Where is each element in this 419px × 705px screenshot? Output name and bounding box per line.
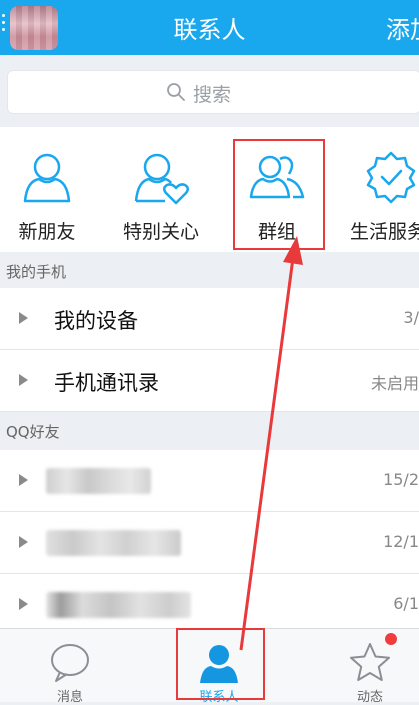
expand-arrow-icon <box>19 598 28 610</box>
section-header-qq-friends: QQ好友 <box>0 412 419 448</box>
friend-group-row[interactable]: 15/2 <box>0 450 419 512</box>
expand-arrow-icon <box>19 474 28 486</box>
list-item-count: 6/1 <box>393 594 419 613</box>
friend-group-row[interactable]: 6/1 <box>0 574 419 636</box>
list-item-count: 3/ <box>403 308 419 327</box>
top-bar: 联系人 添加 <box>0 0 419 55</box>
search-area: 搜索 <box>0 55 419 125</box>
message-bubble-icon <box>51 644 89 682</box>
page-title: 联系人 <box>173 16 246 44</box>
list-item-count: 12/1 <box>383 532 419 551</box>
highlight-box <box>233 139 325 250</box>
blurred-group-name <box>46 592 191 618</box>
search-icon <box>167 83 185 101</box>
tab-label: 消息 <box>56 690 83 705</box>
shortcut-life-services[interactable]: 生活服务 <box>336 127 419 252</box>
tab-label: 动态 <box>356 690 383 705</box>
list-item-label: 手机通讯录 <box>54 371 159 395</box>
star-icon <box>350 643 390 681</box>
shortcut-row: 新朋友 特别关心 群组 生活服务 <box>0 127 419 252</box>
shortcut-label: 特别关心 <box>122 221 199 243</box>
search-input[interactable]: 搜索 <box>7 70 419 114</box>
list-item-count: 15/2 <box>383 470 419 489</box>
list-item-count: 未启用 <box>370 374 419 393</box>
blurred-group-name <box>46 468 151 494</box>
expand-arrow-icon <box>19 374 28 386</box>
list-item-phone-contacts[interactable]: 手机通讯录 未启用 <box>0 350 419 412</box>
section-title: 我的手机 <box>6 263 67 281</box>
section-title: QQ好友 <box>6 423 60 441</box>
friend-group-row[interactable]: 12/1 <box>0 512 419 574</box>
tab-messages[interactable]: 消息 <box>0 629 140 705</box>
person-icon <box>23 153 71 203</box>
shortcut-new-friends[interactable]: 新朋友 <box>0 127 102 252</box>
expand-arrow-icon <box>19 536 28 548</box>
tab-updates[interactable]: 动态 <box>300 629 419 705</box>
list-item-my-devices[interactable]: 我的设备 3/ <box>0 288 419 350</box>
notification-dot <box>385 633 397 645</box>
section-header-my-phone: 我的手机 <box>0 252 419 288</box>
badge-check-icon <box>366 151 416 204</box>
shortcut-label: 生活服务 <box>350 221 419 243</box>
add-button[interactable]: 添加 <box>386 10 419 45</box>
expand-arrow-icon <box>19 312 28 324</box>
search-placeholder: 搜索 <box>193 84 232 106</box>
highlight-box <box>176 628 265 700</box>
blurred-group-name <box>46 530 181 556</box>
list-item-label: 我的设备 <box>54 309 138 333</box>
person-heart-icon <box>134 153 189 205</box>
shortcut-label: 新朋友 <box>18 221 76 243</box>
shortcut-special-care[interactable]: 特别关心 <box>106 127 216 252</box>
